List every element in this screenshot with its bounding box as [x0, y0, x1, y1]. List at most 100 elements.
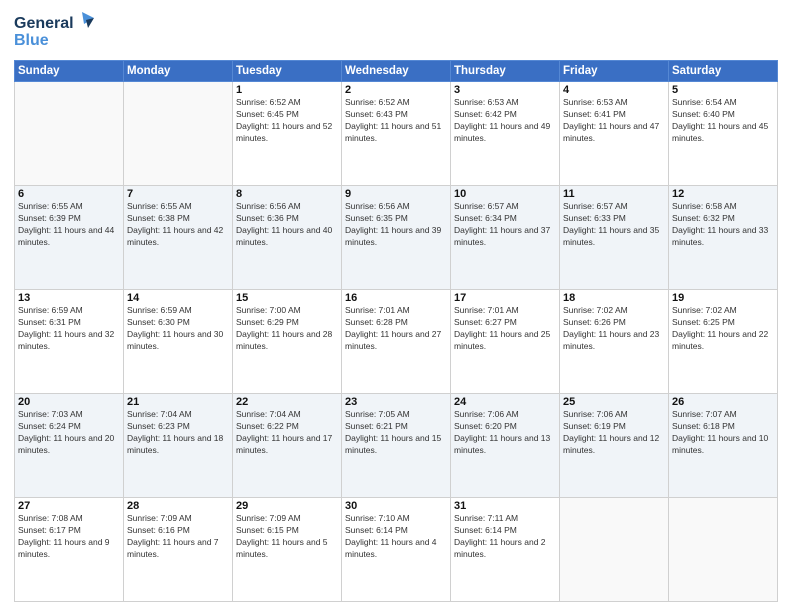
calendar-cell: 9Sunrise: 6:56 AMSunset: 6:35 PMDaylight…	[342, 186, 451, 290]
day-info: Sunrise: 6:54 AMSunset: 6:40 PMDaylight:…	[672, 97, 774, 145]
calendar-cell: 22Sunrise: 7:04 AMSunset: 6:22 PMDayligh…	[233, 394, 342, 498]
day-number: 24	[454, 396, 556, 408]
calendar-table: SundayMondayTuesdayWednesdayThursdayFrid…	[14, 60, 778, 602]
weekday-header-wednesday: Wednesday	[342, 61, 451, 82]
calendar-cell: 23Sunrise: 7:05 AMSunset: 6:21 PMDayligh…	[342, 394, 451, 498]
day-number: 7	[127, 188, 229, 200]
day-number: 20	[18, 396, 120, 408]
calendar-cell: 28Sunrise: 7:09 AMSunset: 6:16 PMDayligh…	[124, 498, 233, 602]
day-info: Sunrise: 7:07 AMSunset: 6:18 PMDaylight:…	[672, 409, 774, 457]
day-info: Sunrise: 6:59 AMSunset: 6:31 PMDaylight:…	[18, 305, 120, 353]
day-number: 10	[454, 188, 556, 200]
day-info: Sunrise: 7:08 AMSunset: 6:17 PMDaylight:…	[18, 513, 120, 561]
day-info: Sunrise: 6:52 AMSunset: 6:45 PMDaylight:…	[236, 97, 338, 145]
day-info: Sunrise: 6:56 AMSunset: 6:35 PMDaylight:…	[345, 201, 447, 249]
calendar-cell: 5Sunrise: 6:54 AMSunset: 6:40 PMDaylight…	[669, 82, 778, 186]
logo: GeneralBlue	[14, 10, 94, 54]
day-number: 16	[345, 292, 447, 304]
calendar-cell: 1Sunrise: 6:52 AMSunset: 6:45 PMDaylight…	[233, 82, 342, 186]
weekday-header-monday: Monday	[124, 61, 233, 82]
day-info: Sunrise: 6:56 AMSunset: 6:36 PMDaylight:…	[236, 201, 338, 249]
weekday-header-thursday: Thursday	[451, 61, 560, 82]
logo-svg: GeneralBlue	[14, 10, 94, 54]
calendar-cell: 2Sunrise: 6:52 AMSunset: 6:43 PMDaylight…	[342, 82, 451, 186]
day-number: 28	[127, 500, 229, 512]
calendar-week-5: 27Sunrise: 7:08 AMSunset: 6:17 PMDayligh…	[15, 498, 778, 602]
day-info: Sunrise: 7:09 AMSunset: 6:16 PMDaylight:…	[127, 513, 229, 561]
day-info: Sunrise: 7:09 AMSunset: 6:15 PMDaylight:…	[236, 513, 338, 561]
day-number: 3	[454, 84, 556, 96]
day-info: Sunrise: 7:06 AMSunset: 6:19 PMDaylight:…	[563, 409, 665, 457]
day-number: 30	[345, 500, 447, 512]
day-info: Sunrise: 7:01 AMSunset: 6:28 PMDaylight:…	[345, 305, 447, 353]
calendar-week-3: 13Sunrise: 6:59 AMSunset: 6:31 PMDayligh…	[15, 290, 778, 394]
calendar-cell: 11Sunrise: 6:57 AMSunset: 6:33 PMDayligh…	[560, 186, 669, 290]
day-number: 9	[345, 188, 447, 200]
calendar-week-1: 1Sunrise: 6:52 AMSunset: 6:45 PMDaylight…	[15, 82, 778, 186]
calendar-week-2: 6Sunrise: 6:55 AMSunset: 6:39 PMDaylight…	[15, 186, 778, 290]
calendar-header-row: SundayMondayTuesdayWednesdayThursdayFrid…	[15, 61, 778, 82]
day-info: Sunrise: 6:59 AMSunset: 6:30 PMDaylight:…	[127, 305, 229, 353]
calendar-cell: 16Sunrise: 7:01 AMSunset: 6:28 PMDayligh…	[342, 290, 451, 394]
calendar-cell: 3Sunrise: 6:53 AMSunset: 6:42 PMDaylight…	[451, 82, 560, 186]
day-info: Sunrise: 6:55 AMSunset: 6:38 PMDaylight:…	[127, 201, 229, 249]
calendar-cell	[124, 82, 233, 186]
page: GeneralBlue SundayMondayTuesdayWednesday…	[0, 0, 792, 612]
calendar-cell: 8Sunrise: 6:56 AMSunset: 6:36 PMDaylight…	[233, 186, 342, 290]
calendar-cell	[669, 498, 778, 602]
calendar-cell: 19Sunrise: 7:02 AMSunset: 6:25 PMDayligh…	[669, 290, 778, 394]
calendar-cell: 4Sunrise: 6:53 AMSunset: 6:41 PMDaylight…	[560, 82, 669, 186]
day-number: 6	[18, 188, 120, 200]
calendar-cell: 12Sunrise: 6:58 AMSunset: 6:32 PMDayligh…	[669, 186, 778, 290]
calendar-cell: 17Sunrise: 7:01 AMSunset: 6:27 PMDayligh…	[451, 290, 560, 394]
day-number: 22	[236, 396, 338, 408]
day-info: Sunrise: 7:04 AMSunset: 6:22 PMDaylight:…	[236, 409, 338, 457]
calendar-cell: 18Sunrise: 7:02 AMSunset: 6:26 PMDayligh…	[560, 290, 669, 394]
calendar-cell: 21Sunrise: 7:04 AMSunset: 6:23 PMDayligh…	[124, 394, 233, 498]
day-number: 18	[563, 292, 665, 304]
calendar-cell: 25Sunrise: 7:06 AMSunset: 6:19 PMDayligh…	[560, 394, 669, 498]
day-number: 2	[345, 84, 447, 96]
day-info: Sunrise: 6:55 AMSunset: 6:39 PMDaylight:…	[18, 201, 120, 249]
calendar-cell: 29Sunrise: 7:09 AMSunset: 6:15 PMDayligh…	[233, 498, 342, 602]
day-number: 17	[454, 292, 556, 304]
day-info: Sunrise: 6:57 AMSunset: 6:33 PMDaylight:…	[563, 201, 665, 249]
day-number: 23	[345, 396, 447, 408]
day-info: Sunrise: 7:02 AMSunset: 6:25 PMDaylight:…	[672, 305, 774, 353]
calendar-cell: 6Sunrise: 6:55 AMSunset: 6:39 PMDaylight…	[15, 186, 124, 290]
day-number: 5	[672, 84, 774, 96]
weekday-header-sunday: Sunday	[15, 61, 124, 82]
day-info: Sunrise: 7:01 AMSunset: 6:27 PMDaylight:…	[454, 305, 556, 353]
day-number: 31	[454, 500, 556, 512]
day-info: Sunrise: 6:52 AMSunset: 6:43 PMDaylight:…	[345, 97, 447, 145]
day-number: 15	[236, 292, 338, 304]
day-number: 1	[236, 84, 338, 96]
weekday-header-saturday: Saturday	[669, 61, 778, 82]
day-info: Sunrise: 6:57 AMSunset: 6:34 PMDaylight:…	[454, 201, 556, 249]
day-number: 14	[127, 292, 229, 304]
calendar-cell: 15Sunrise: 7:00 AMSunset: 6:29 PMDayligh…	[233, 290, 342, 394]
svg-text:Blue: Blue	[14, 32, 49, 49]
day-number: 21	[127, 396, 229, 408]
day-number: 12	[672, 188, 774, 200]
day-info: Sunrise: 7:10 AMSunset: 6:14 PMDaylight:…	[345, 513, 447, 561]
calendar-cell	[15, 82, 124, 186]
day-info: Sunrise: 7:04 AMSunset: 6:23 PMDaylight:…	[127, 409, 229, 457]
calendar-cell: 24Sunrise: 7:06 AMSunset: 6:20 PMDayligh…	[451, 394, 560, 498]
calendar-cell: 31Sunrise: 7:11 AMSunset: 6:14 PMDayligh…	[451, 498, 560, 602]
day-info: Sunrise: 6:53 AMSunset: 6:42 PMDaylight:…	[454, 97, 556, 145]
calendar-cell: 14Sunrise: 6:59 AMSunset: 6:30 PMDayligh…	[124, 290, 233, 394]
calendar-week-4: 20Sunrise: 7:03 AMSunset: 6:24 PMDayligh…	[15, 394, 778, 498]
svg-text:General: General	[14, 15, 74, 32]
calendar-cell: 27Sunrise: 7:08 AMSunset: 6:17 PMDayligh…	[15, 498, 124, 602]
day-info: Sunrise: 7:05 AMSunset: 6:21 PMDaylight:…	[345, 409, 447, 457]
day-info: Sunrise: 7:00 AMSunset: 6:29 PMDaylight:…	[236, 305, 338, 353]
day-number: 29	[236, 500, 338, 512]
day-number: 13	[18, 292, 120, 304]
calendar-cell	[560, 498, 669, 602]
day-info: Sunrise: 7:03 AMSunset: 6:24 PMDaylight:…	[18, 409, 120, 457]
day-number: 25	[563, 396, 665, 408]
weekday-header-tuesday: Tuesday	[233, 61, 342, 82]
weekday-header-friday: Friday	[560, 61, 669, 82]
day-info: Sunrise: 6:53 AMSunset: 6:41 PMDaylight:…	[563, 97, 665, 145]
